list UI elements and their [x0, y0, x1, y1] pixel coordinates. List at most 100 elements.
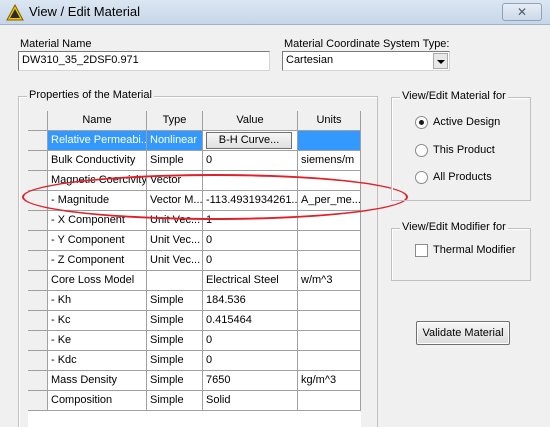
row-selector[interactable] — [28, 191, 48, 211]
table-row[interactable]: - Y Component Unit Vec... 0 — [28, 231, 361, 251]
property-type[interactable]: Unit Vec... — [147, 251, 203, 271]
property-units[interactable] — [298, 351, 361, 371]
property-type[interactable]: Simple — [147, 291, 203, 311]
radio-this-product-label[interactable]: This Product — [433, 144, 495, 156]
row-selector[interactable] — [28, 171, 48, 191]
column-header-name[interactable]: Name — [48, 111, 147, 131]
property-name[interactable]: Core Loss Model — [48, 271, 147, 291]
property-type[interactable]: Simple — [147, 331, 203, 351]
column-header-type[interactable]: Type — [147, 111, 203, 131]
row-selector[interactable] — [28, 151, 48, 171]
table-row[interactable]: - X Component Unit Vec... 1 — [28, 211, 361, 231]
row-selector[interactable] — [28, 371, 48, 391]
property-value[interactable]: 0.415464 — [203, 311, 298, 331]
table-row[interactable]: - Ke Simple 0 — [28, 331, 361, 351]
property-value[interactable]: 0 — [203, 251, 298, 271]
table-row[interactable]: - Z Component Unit Vec... 0 — [28, 251, 361, 271]
property-units[interactable]: A_per_me... — [298, 191, 361, 211]
property-value[interactable]: 0 — [203, 351, 298, 371]
property-value[interactable]: 0 — [203, 231, 298, 251]
property-value[interactable]: -113.4931934261... — [203, 191, 298, 211]
row-selector[interactable] — [28, 331, 48, 351]
property-units[interactable]: w/m^3 — [298, 271, 361, 291]
property-units[interactable]: kg/m^3 — [298, 371, 361, 391]
radio-this-product[interactable] — [415, 144, 428, 157]
property-units[interactable] — [298, 311, 361, 331]
table-row[interactable]: Relative Permeabi... Nonlinear B-H Curve… — [28, 131, 361, 151]
property-name[interactable]: Mass Density — [48, 371, 147, 391]
column-header-units[interactable]: Units — [298, 111, 361, 131]
property-name[interactable]: - Z Component — [48, 251, 147, 271]
property-type[interactable]: Simple — [147, 351, 203, 371]
row-selector[interactable] — [28, 271, 48, 291]
property-type[interactable]: Simple — [147, 371, 203, 391]
property-type[interactable]: Unit Vec... — [147, 211, 203, 231]
property-units[interactable] — [298, 231, 361, 251]
property-name[interactable]: Relative Permeabi... — [48, 131, 147, 151]
property-name[interactable]: - X Component — [48, 211, 147, 231]
radio-active-design[interactable] — [415, 116, 428, 129]
table-row[interactable]: - Magnitude Vector M... -113.4931934261.… — [28, 191, 361, 211]
property-name[interactable]: - Kh — [48, 291, 147, 311]
property-value[interactable] — [203, 171, 298, 191]
table-row[interactable]: - Kc Simple 0.415464 — [28, 311, 361, 331]
row-selector[interactable] — [28, 391, 48, 411]
table-row[interactable]: Composition Simple Solid — [28, 391, 361, 411]
row-selector[interactable] — [28, 351, 48, 371]
property-type[interactable]: Vector M... — [147, 191, 203, 211]
table-row[interactable]: - Kdc Simple 0 — [28, 351, 361, 371]
close-button[interactable]: ✕ — [502, 3, 542, 21]
property-type[interactable]: Vector — [147, 171, 203, 191]
thermal-modifier-checkbox[interactable] — [415, 244, 428, 257]
bh-curve-button[interactable]: B-H Curve... — [206, 132, 292, 149]
property-name[interactable]: - Ke — [48, 331, 147, 351]
table-row[interactable]: Magnetic Coercivity Vector — [28, 171, 361, 191]
property-value[interactable]: Electrical Steel — [203, 271, 298, 291]
property-units[interactable] — [298, 291, 361, 311]
property-units[interactable]: siemens/m — [298, 151, 361, 171]
table-row[interactable]: - Kh Simple 184.536 — [28, 291, 361, 311]
thermal-modifier-label[interactable]: Thermal Modifier — [433, 244, 516, 256]
property-type[interactable]: Unit Vec... — [147, 231, 203, 251]
radio-active-design-label[interactable]: Active Design — [433, 116, 500, 128]
property-name[interactable]: - Kdc — [48, 351, 147, 371]
property-value[interactable]: 184.536 — [203, 291, 298, 311]
property-units[interactable] — [298, 251, 361, 271]
property-value[interactable]: B-H Curve... — [203, 131, 298, 151]
table-row[interactable]: Bulk Conductivity Simple 0 siemens/m — [28, 151, 361, 171]
row-selector[interactable] — [28, 131, 48, 151]
property-name[interactable]: Bulk Conductivity — [48, 151, 147, 171]
property-value[interactable]: 7650 — [203, 371, 298, 391]
row-selector[interactable] — [28, 291, 48, 311]
property-name[interactable]: Magnetic Coercivity — [48, 171, 147, 191]
column-header-value[interactable]: Value — [203, 111, 298, 131]
validate-material-button[interactable]: Validate Material — [416, 321, 510, 345]
row-selector[interactable] — [28, 231, 48, 251]
property-units[interactable] — [298, 171, 361, 191]
coord-system-select[interactable]: Cartesian — [282, 51, 450, 71]
property-value[interactable]: 0 — [203, 151, 298, 171]
material-name-field[interactable]: DW310_35_2DSF0.971 — [18, 51, 270, 71]
property-units[interactable] — [298, 131, 361, 151]
property-value[interactable]: Solid — [203, 391, 298, 411]
property-name[interactable]: Composition — [48, 391, 147, 411]
chevron-down-icon[interactable] — [433, 53, 448, 69]
property-type[interactable]: Simple — [147, 311, 203, 331]
radio-all-products-label[interactable]: All Products — [433, 171, 492, 183]
property-value[interactable]: 1 — [203, 211, 298, 231]
property-units[interactable] — [298, 211, 361, 231]
radio-all-products[interactable] — [415, 171, 428, 184]
table-row[interactable]: Mass Density Simple 7650 kg/m^3 — [28, 371, 361, 391]
property-type[interactable] — [147, 271, 203, 291]
table-row[interactable]: Core Loss Model Electrical Steel w/m^3 — [28, 271, 361, 291]
property-units[interactable] — [298, 391, 361, 411]
row-selector[interactable] — [28, 311, 48, 331]
property-name[interactable]: - Magnitude — [48, 191, 147, 211]
property-type[interactable]: Nonlinear — [147, 131, 203, 151]
property-name[interactable]: - Kc — [48, 311, 147, 331]
row-selector[interactable] — [28, 211, 48, 231]
property-name[interactable]: - Y Component — [48, 231, 147, 251]
property-type[interactable]: Simple — [147, 391, 203, 411]
row-selector[interactable] — [28, 251, 48, 271]
property-units[interactable] — [298, 331, 361, 351]
